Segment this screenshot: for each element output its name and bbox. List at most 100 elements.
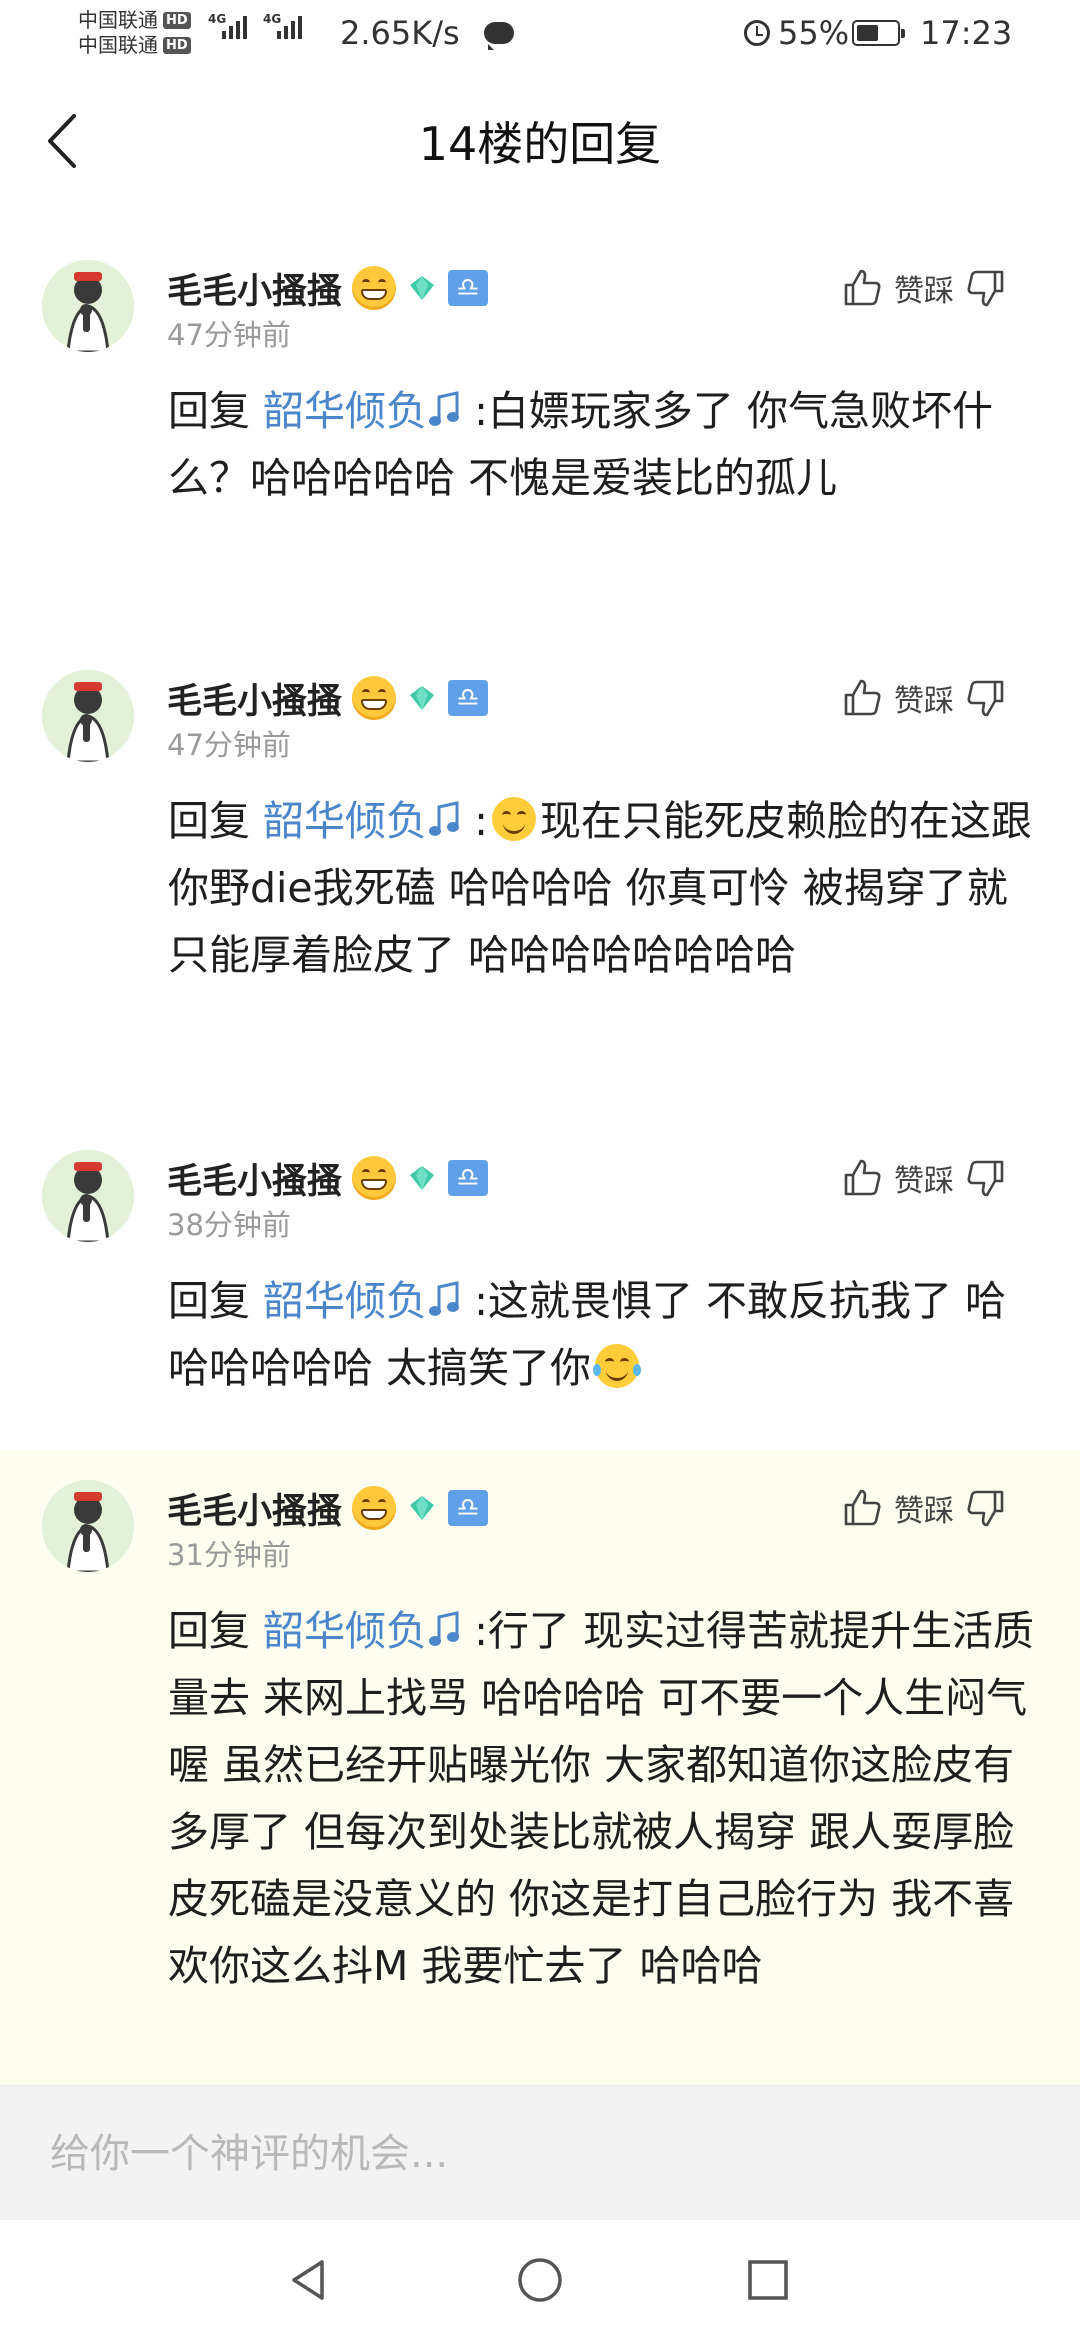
comment-text: 回复 韶华倾负 : 现在只能死皮赖脸的在这跟你野die我死磕 哈哈哈哈 你真可怜 … xyxy=(168,788,1038,989)
thumbs-up-icon[interactable] xyxy=(840,1486,884,1530)
mention-name: 韶华倾负 xyxy=(263,797,428,845)
vote-controls: 赞踩 xyxy=(840,258,1008,318)
mention-link[interactable]: 韶华倾负 xyxy=(263,1607,461,1655)
username[interactable]: 毛毛小搔搔 xyxy=(167,263,342,314)
comment-item: 毛毛小搔搔 ♎ 31分钟前 赞踩 回复 韶华倾负 :行了 现实过得苦就提升生活质… xyxy=(0,1450,1080,2085)
vote-controls: 赞踩 xyxy=(840,1148,1008,1208)
reply-prefix: 回复 xyxy=(168,387,264,435)
libra-zodiac-icon[interactable]: ♎ xyxy=(448,1490,489,1526)
carrier-1: 中国联通 xyxy=(78,8,158,32)
tears-of-joy-emoji-icon xyxy=(593,1344,642,1388)
comment-time: 31分钟前 xyxy=(167,1538,291,1572)
comment-time: 47分钟前 xyxy=(167,728,291,762)
nav-recents-button[interactable] xyxy=(738,2250,798,2310)
thumbs-down-icon[interactable] xyxy=(964,676,1008,720)
diamond-badge-icon[interactable] xyxy=(406,272,438,304)
reply-prefix: 回复 xyxy=(168,1277,264,1325)
hd-badge: HD xyxy=(163,12,191,29)
nav-home-button[interactable] xyxy=(510,2250,570,2310)
header: 14楼的回复 xyxy=(0,80,1080,200)
thumbs-down-icon[interactable] xyxy=(964,1486,1008,1530)
nav-back-button[interactable] xyxy=(280,2250,340,2310)
username[interactable]: 毛毛小搔搔 xyxy=(167,1483,342,1534)
comment-item: 毛毛小搔搔 ♎ 47分钟前 赞踩 回复 韶华倾负 : 现在只能死皮赖脸的在这跟你野… xyxy=(0,640,1080,1080)
avatar[interactable] xyxy=(42,260,134,352)
avatar[interactable] xyxy=(42,670,134,762)
avatar-image xyxy=(42,1150,134,1242)
clock: 17:23 xyxy=(920,14,1013,52)
mention-link[interactable]: 韶华倾负 xyxy=(263,797,461,845)
comment-item: 毛毛小搔搔 ♎ 47分钟前 赞踩 回复 韶华倾负 :白嫖玩家多了 你气急败坏什么… xyxy=(0,230,1080,620)
libra-zodiac-icon[interactable]: ♎ xyxy=(448,1160,489,1196)
thumbs-down-icon[interactable] xyxy=(964,1156,1008,1200)
battery-fill xyxy=(857,25,878,41)
net-speed: 2.65K/s xyxy=(340,14,460,52)
username-row: 毛毛小搔搔 ♎ xyxy=(167,672,489,724)
mention-link[interactable]: 韶华倾负 xyxy=(263,387,461,435)
mention-link[interactable]: 韶华倾负 xyxy=(263,1277,461,1325)
music-note-icon xyxy=(429,1611,460,1646)
mention-name: 韶华倾负 xyxy=(263,1277,428,1325)
reply-prefix: 回复 xyxy=(168,1607,264,1655)
diamond-badge-icon[interactable] xyxy=(406,1492,438,1524)
hd-badge: HD xyxy=(163,37,191,54)
comment-text: 回复 韶华倾负 :白嫖玩家多了 你气急败坏什么？哈哈哈哈哈 不愧是爱装比的孤儿 xyxy=(168,378,1038,512)
carrier-2: 中国联通 xyxy=(78,33,158,57)
smile-emoji-icon xyxy=(491,797,536,841)
avatar[interactable] xyxy=(42,1150,134,1242)
signal-icon: 4G xyxy=(263,12,302,39)
back-triangle-icon xyxy=(292,2260,324,2300)
battery-percent: 55% xyxy=(778,14,850,52)
comment-input-bar xyxy=(0,2085,1080,2221)
diamond-badge-icon[interactable] xyxy=(406,1162,438,1194)
music-note-icon xyxy=(429,391,460,426)
avatar[interactable] xyxy=(42,1480,134,1572)
thumbs-down-icon[interactable] xyxy=(964,266,1008,310)
grinning-emoji-icon xyxy=(352,676,397,720)
music-note-icon xyxy=(429,801,460,836)
thumbs-up-icon[interactable] xyxy=(840,676,884,720)
reply-prefix: 回复 xyxy=(168,797,264,845)
username-row: 毛毛小搔搔 ♎ xyxy=(167,1152,489,1204)
alarm-icon xyxy=(744,20,770,46)
system-nav-bar xyxy=(0,2220,1080,2340)
libra-zodiac-icon[interactable]: ♎ xyxy=(448,680,489,716)
mention-name: 韶华倾负 xyxy=(263,387,428,435)
comment-item: 毛毛小搔搔 ♎ 38分钟前 赞踩 回复 韶华倾负 :这就畏惧了 不敢反抗我了 哈… xyxy=(0,1120,1080,1450)
signal-indicators: 4G 4G xyxy=(208,12,302,39)
grinning-emoji-icon xyxy=(352,266,397,310)
thumbs-up-icon[interactable] xyxy=(840,266,884,310)
diamond-badge-icon[interactable] xyxy=(406,682,438,714)
carrier-info: 中国联通 HD 中国联通 HD xyxy=(78,8,191,58)
battery-icon xyxy=(852,20,905,46)
username-row: 毛毛小搔搔 ♎ xyxy=(167,1482,489,1534)
recents-square-icon xyxy=(748,2260,788,2300)
username[interactable]: 毛毛小搔搔 xyxy=(167,1153,342,1204)
thumbs-up-icon[interactable] xyxy=(840,1156,884,1200)
grinning-emoji-icon xyxy=(352,1486,397,1530)
avatar-image xyxy=(42,670,134,762)
network-type-2: 4G xyxy=(263,12,282,26)
vote-label: 赞踩 xyxy=(894,274,954,309)
comment-text: 回复 韶华倾负 :这就畏惧了 不敢反抗我了 哈哈哈哈哈哈 太搞笑了你 xyxy=(168,1268,1038,1402)
music-note-icon xyxy=(429,1281,460,1316)
page-title: 14楼的回复 xyxy=(418,117,662,171)
comment-time: 47分钟前 xyxy=(167,318,291,352)
vote-label: 赞踩 xyxy=(894,1164,954,1199)
vote-controls: 赞踩 xyxy=(840,668,1008,728)
signal-icon: 4G xyxy=(208,12,247,39)
avatar-image xyxy=(42,260,134,352)
mention-name: 韶华倾负 xyxy=(263,1607,428,1655)
comment-text-segment: :行了 现实过得苦就提升生活质量去 来网上找骂 哈哈哈哈 可不要一个人生闷气喔 … xyxy=(168,1607,1034,1990)
libra-zodiac-icon[interactable]: ♎ xyxy=(448,270,489,306)
vote-label: 赞踩 xyxy=(894,684,954,719)
grinning-emoji-icon xyxy=(352,1156,397,1200)
username[interactable]: 毛毛小搔搔 xyxy=(167,673,342,724)
message-bubble-icon xyxy=(484,22,514,50)
comment-text: 回复 韶华倾负 :行了 现实过得苦就提升生活质量去 来网上找骂 哈哈哈哈 可不要… xyxy=(168,1598,1038,2000)
comment-input[interactable] xyxy=(0,2086,1080,2221)
comment-text-segment: : xyxy=(474,797,488,845)
vote-controls: 赞踩 xyxy=(840,1478,1008,1538)
username-row: 毛毛小搔搔 ♎ xyxy=(167,262,489,314)
network-type-1: 4G xyxy=(208,12,227,26)
